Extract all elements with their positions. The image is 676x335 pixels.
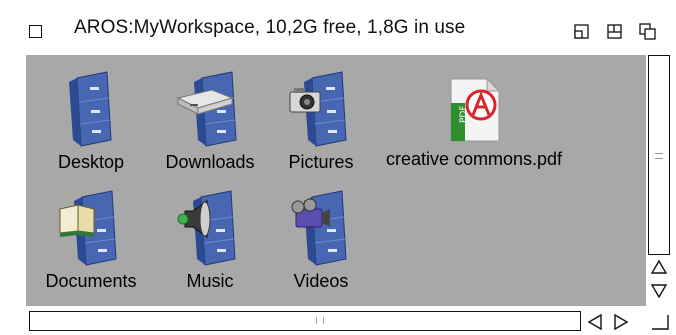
cabinet-camera-icon <box>289 71 347 147</box>
icon-videos[interactable]: Videos <box>266 187 376 292</box>
cabinet-speaker-icon <box>177 190 236 266</box>
workspace-window: AROS:MyWorkspace, 10,2G free, 1,8G in us… <box>0 0 676 335</box>
scroll-grip-icon <box>655 153 663 159</box>
resize-gadget-icon[interactable] <box>650 313 670 331</box>
pdf-file-icon: PDF <box>450 77 501 142</box>
cabinet-icon <box>69 71 112 147</box>
iconify-gadget-icon[interactable] <box>605 22 625 42</box>
icon-music[interactable]: Music <box>155 187 265 292</box>
icon-downloads[interactable]: Downloads <box>155 68 265 173</box>
zoom-gadget-icon[interactable] <box>572 22 592 42</box>
cabinet-videocamera-icon <box>291 190 347 266</box>
title-bar[interactable]: AROS:MyWorkspace, 10,2G free, 1,8G in us… <box>0 0 676 46</box>
icon-label: Music <box>186 271 234 291</box>
scroll-left-icon[interactable] <box>586 313 604 331</box>
icon-label: Pictures <box>288 152 354 172</box>
scroll-right-icon[interactable] <box>612 313 630 331</box>
close-gadget[interactable] <box>29 25 42 38</box>
cabinet-drive-icon <box>176 71 237 147</box>
scroll-down-icon[interactable] <box>650 282 668 300</box>
icon-view[interactable]: Desktop Downloads Pictures PDF creative … <box>26 55 646 306</box>
icon-label: Desktop <box>57 152 125 172</box>
icon-desktop[interactable]: Desktop <box>36 68 146 173</box>
vertical-scrollbar[interactable] <box>648 55 670 255</box>
icon-pictures[interactable]: Pictures <box>266 68 376 173</box>
icon-label: Documents <box>45 271 137 291</box>
window-title: AROS:MyWorkspace, 10,2G free, 1,8G in us… <box>74 17 466 38</box>
cabinet-book-icon <box>59 190 117 266</box>
icon-label: Downloads <box>165 152 255 172</box>
depth-gadget-icon[interactable] <box>638 22 658 42</box>
icon-documents[interactable]: Documents <box>36 187 146 292</box>
scroll-grip-icon <box>316 317 324 324</box>
icon-label: Videos <box>293 271 349 291</box>
horizontal-scrollbar[interactable] <box>29 311 581 331</box>
scroll-up-icon[interactable] <box>650 258 668 276</box>
icon-creative-commons-pdf[interactable]: PDF creative commons.pdf <box>366 73 582 170</box>
icon-label: creative commons.pdf <box>385 149 563 169</box>
